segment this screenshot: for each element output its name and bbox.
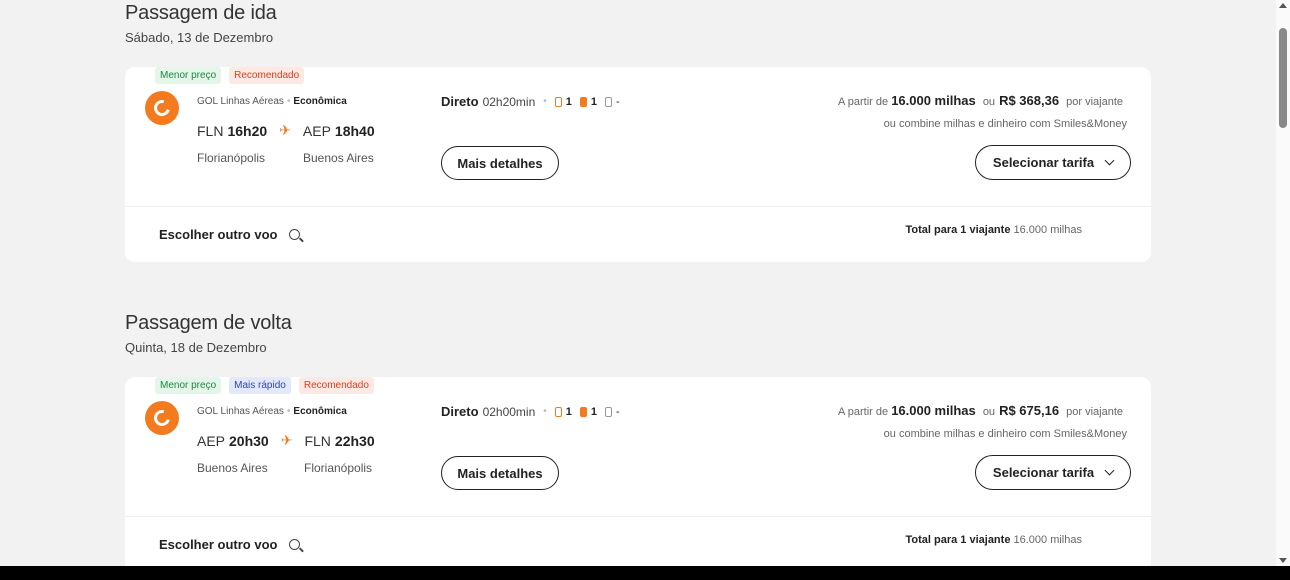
details-button[interactable]: Mais detalhes — [441, 146, 559, 180]
divider — [125, 206, 1151, 207]
checked-bag-icon — [605, 96, 613, 107]
dest-time: 18h40 — [334, 122, 375, 139]
price-money: R$ 368,36 — [999, 93, 1060, 108]
checked-bag: - — [605, 406, 620, 418]
select-fare-button[interactable]: Selecionar tarifa — [975, 145, 1131, 180]
flight-card-outbound: Menor preço Recomendado GOL Linhas Aérea… — [125, 67, 1151, 262]
chevron-down-icon — [1104, 155, 1115, 166]
scrollbar[interactable] — [1276, 0, 1290, 566]
badge-lowest-price: Menor preço — [155, 377, 222, 394]
dest-time: 22h30 — [334, 432, 375, 449]
stops: Direto — [441, 94, 479, 109]
combine-text: ou combine milhas e dinheiro com Smiles&… — [883, 428, 1127, 440]
choose-other-flight[interactable]: Escolher outro voo — [159, 227, 301, 242]
route: FLN 16h20 ✈ AEP 18h40 — [197, 122, 375, 139]
airline-info: GOL Linhas Aéreas • Econômica — [197, 96, 347, 107]
flight-summary: Direto 02h00min • 1 1 - — [441, 404, 620, 419]
dest-city: Florianópolis — [304, 461, 373, 475]
personal-bag-icon — [554, 96, 562, 107]
flight-card-inbound: Menor preço Mais rápido Recomendado GOL … — [125, 377, 1151, 572]
airline-name: GOL Linhas Aéreas — [197, 96, 284, 107]
scroll-down-icon[interactable] — [1279, 558, 1287, 563]
airline-name: GOL Linhas Aéreas — [197, 406, 284, 417]
select-fare-button[interactable]: Selecionar tarifa — [975, 455, 1131, 490]
cabin-class: Econômica — [293, 406, 347, 417]
scrollbar-thumb[interactable] — [1279, 28, 1287, 128]
duration: 02h20min — [482, 94, 536, 109]
bottom-bar — [0, 566, 1290, 580]
badges: Menor preço Mais rápido Recomendado — [155, 377, 374, 394]
plane-icon: ✈ — [280, 432, 293, 448]
chevron-down-icon — [1104, 465, 1115, 476]
total: Total para 1 viajante 16.000 milhas — [905, 224, 1082, 236]
checked-bag: - — [605, 96, 620, 108]
section-title: Passagem de ida — [125, 2, 277, 24]
carry-on-bag-icon — [579, 406, 587, 417]
combine-text: ou combine milhas e dinheiro com Smiles&… — [883, 118, 1127, 130]
badge-recommended: Recomendado — [229, 67, 305, 84]
dest-code: FLN — [304, 432, 331, 449]
personal-bag-icon — [554, 406, 562, 417]
origin-time: 20h30 — [229, 432, 269, 449]
search-icon — [289, 229, 301, 240]
price-miles: 16.000 milhas — [891, 93, 976, 108]
dest-code: AEP — [302, 122, 331, 139]
section-title: Passagem de volta — [125, 312, 292, 334]
section-date: Sábado, 13 de Dezembro — [125, 30, 274, 45]
origin-city: Florianópolis — [197, 151, 266, 165]
personal-bag: 1 — [554, 96, 572, 108]
badge-recommended: Recomendado — [298, 377, 374, 394]
outbound-header: Passagem de ida Sábado, 13 de Dezembro — [125, 2, 1151, 45]
carry-on-bag: 1 — [579, 96, 597, 108]
origin-code: AEP — [197, 432, 226, 449]
origin-city: Buenos Aires — [197, 461, 268, 475]
stops: Direto — [441, 404, 479, 419]
origin-code: FLN — [197, 122, 224, 139]
section-date: Quinta, 18 de Dezembro — [125, 340, 267, 355]
scroll-up-icon[interactable] — [1279, 3, 1287, 8]
flight-summary: Direto 02h20min • 1 1 - — [441, 94, 620, 109]
price-miles: 16.000 milhas — [891, 403, 976, 418]
origin-time: 16h20 — [227, 122, 268, 139]
inbound-header: Passagem de volta Quinta, 18 de Dezembro — [125, 312, 1151, 355]
duration: 02h00min — [482, 404, 536, 419]
gol-logo-icon — [145, 401, 179, 435]
price-info: A partir de 16.000 milhas ou R$ 368,36 po… — [837, 93, 1123, 108]
plane-icon: ✈ — [279, 122, 291, 138]
badge-fastest: Mais rápido — [229, 377, 291, 394]
badge-lowest-price: Menor preço — [155, 67, 222, 84]
dest-city: Buenos Aires — [303, 151, 374, 165]
checked-bag-icon — [605, 406, 613, 417]
price-money: R$ 675,16 — [999, 403, 1060, 418]
gol-logo-icon — [145, 91, 179, 125]
price-info: A partir de 16.000 milhas ou R$ 675,16 po… — [837, 403, 1123, 418]
carry-on-bag: 1 — [579, 406, 597, 418]
carry-on-bag-icon — [579, 96, 587, 107]
total: Total para 1 viajante 16.000 milhas — [905, 534, 1082, 546]
choose-other-flight[interactable]: Escolher outro voo — [159, 537, 301, 552]
badges: Menor preço Recomendado — [155, 67, 305, 84]
divider — [125, 516, 1151, 517]
airline-info: GOL Linhas Aéreas • Econômica — [197, 406, 347, 417]
details-button[interactable]: Mais detalhes — [441, 456, 559, 490]
route: AEP 20h30 ✈ FLN 22h30 — [197, 432, 375, 449]
personal-bag: 1 — [554, 406, 572, 418]
search-icon — [289, 539, 301, 550]
cabin-class: Econômica — [293, 96, 347, 107]
